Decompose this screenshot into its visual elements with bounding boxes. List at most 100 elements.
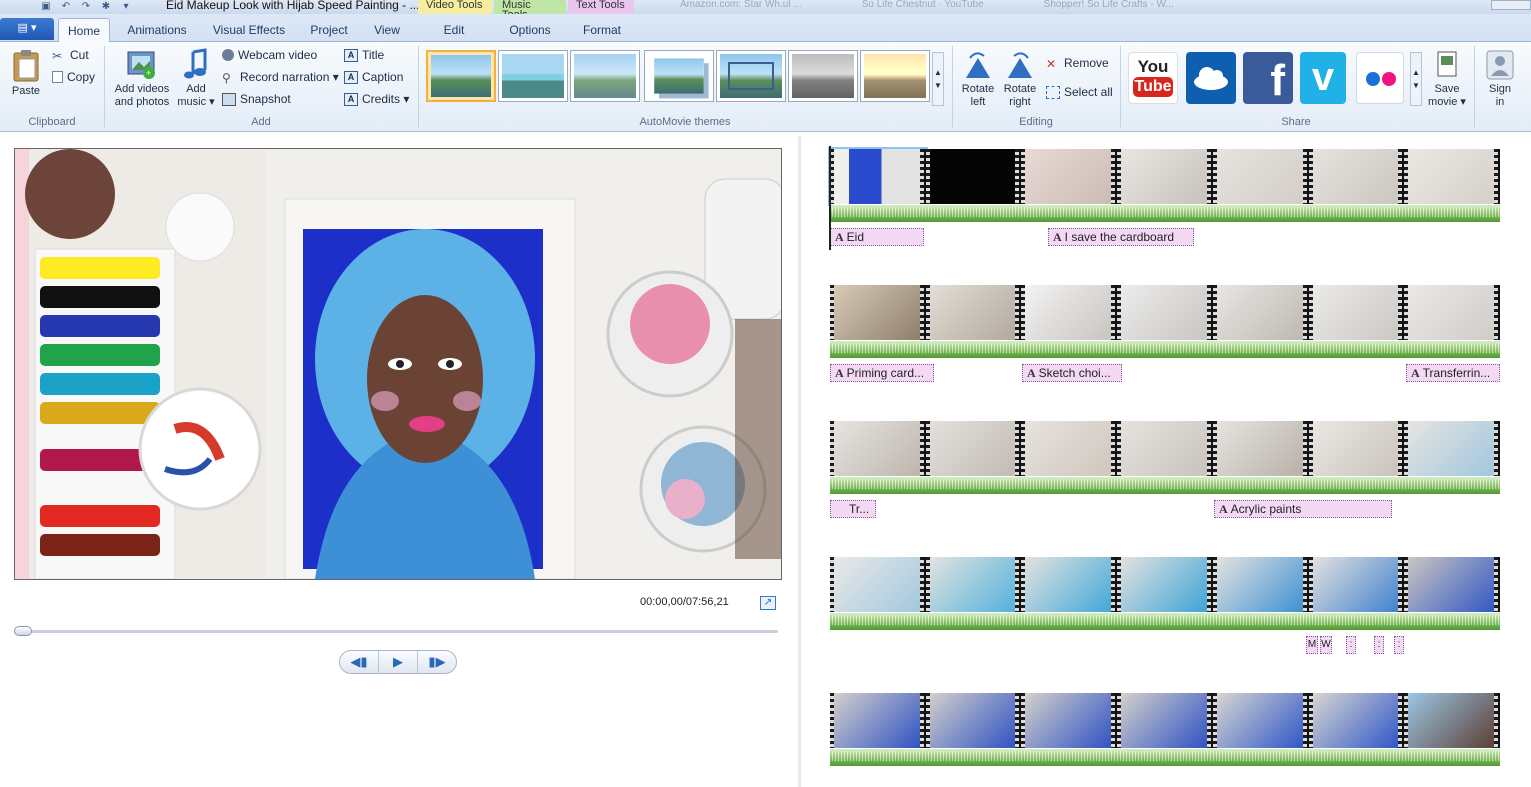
chevron-up-icon[interactable]: ▲ [1412, 68, 1420, 77]
tab-format[interactable]: Format [574, 18, 630, 42]
clip-thumbnail[interactable] [925, 421, 1022, 476]
clip-thumbnail[interactable] [1404, 149, 1501, 204]
chevron-down-icon[interactable]: ▼ [934, 81, 942, 90]
share-scroll[interactable]: ▲ ▼ [1410, 52, 1422, 106]
save-movie-button[interactable]: Save movie ▾ [1426, 50, 1468, 109]
theme-fade[interactable] [570, 50, 640, 102]
caption-clip[interactable]: : [1346, 636, 1356, 654]
redo-icon[interactable]: ↷ [80, 2, 92, 12]
caption-button[interactable]: A Caption [344, 70, 403, 84]
theme-black-white[interactable] [788, 50, 858, 102]
caption-clip[interactable]: Tr... [830, 500, 876, 518]
cut-button[interactable]: ✂ Cut [52, 48, 89, 63]
theme-cinematic[interactable] [716, 50, 786, 102]
chevron-up-icon[interactable]: ▲ [934, 68, 942, 77]
tab-view[interactable]: View [366, 18, 408, 42]
caption-clip[interactable]: : [1374, 636, 1384, 654]
audio-track[interactable] [830, 748, 1500, 766]
clip-thumbnail[interactable] [1308, 421, 1405, 476]
tab-visual-effects[interactable]: Visual Effects [206, 18, 292, 42]
audio-track[interactable] [830, 612, 1500, 630]
caption-clip[interactable]: A Transferrin... [1406, 364, 1500, 382]
save-icon[interactable]: ▣ [40, 2, 52, 12]
clip-thumbnail[interactable] [1308, 557, 1405, 612]
clip-thumbnail[interactable] [830, 421, 926, 476]
paste-button[interactable]: Paste [6, 48, 46, 98]
clip-thumbnail[interactable] [1404, 421, 1501, 476]
tab-animations[interactable]: Animations [118, 18, 196, 42]
snapshot-button[interactable]: Snapshot [222, 92, 291, 106]
video-clip-strip[interactable] [828, 147, 1501, 206]
clip-thumbnail[interactable] [1117, 421, 1213, 476]
caption-clip[interactable]: M [1306, 636, 1318, 654]
video-clip-strip[interactable] [830, 557, 1501, 612]
add-videos-photos-button[interactable]: + Add videos and photos [110, 48, 174, 109]
tab-project[interactable]: Project [302, 18, 356, 42]
flickr-button[interactable] [1356, 52, 1404, 104]
clip-thumbnail[interactable] [830, 557, 926, 612]
next-frame-button[interactable]: ▮▶ [417, 651, 456, 673]
caption-clip[interactable]: A Sketch choi... [1022, 364, 1122, 382]
pane-splitter[interactable] [798, 136, 801, 787]
clip-thumbnail[interactable] [1212, 693, 1309, 748]
onedrive-button[interactable] [1186, 52, 1236, 104]
undo-icon[interactable]: ↶ [60, 2, 72, 12]
audio-track[interactable] [830, 204, 1500, 222]
audio-track[interactable] [830, 476, 1500, 494]
video-preview[interactable] [14, 148, 782, 580]
video-clip-strip[interactable] [830, 693, 1501, 748]
vimeo-button[interactable]: v [1300, 52, 1346, 104]
clip-thumbnail[interactable] [925, 285, 1022, 340]
clip-thumbnail[interactable] [1212, 285, 1309, 340]
title-button[interactable]: A Title [344, 48, 384, 62]
clip-thumbnail[interactable] [1021, 149, 1118, 204]
tab-home[interactable]: Home [58, 18, 110, 42]
clip-thumbnail[interactable] [1117, 285, 1213, 340]
clip-thumbnail[interactable] [1117, 693, 1213, 748]
caption-clip[interactable]: W [1320, 636, 1332, 654]
clip-thumbnail[interactable] [1021, 557, 1118, 612]
copy-button[interactable]: Copy [52, 70, 95, 84]
select-all-button[interactable]: Select all [1046, 85, 1113, 99]
caption-clip[interactable]: : [1394, 636, 1404, 654]
clip-thumbnail[interactable] [1021, 693, 1118, 748]
theme-pan-zoom[interactable] [644, 50, 714, 102]
sign-in-button[interactable]: Sign in [1480, 50, 1520, 109]
clip-thumbnail[interactable] [1404, 285, 1501, 340]
playhead[interactable] [829, 146, 831, 250]
seek-thumb[interactable] [14, 626, 32, 636]
play-button[interactable]: ▶ [378, 651, 417, 673]
caption-clip[interactable]: A Eid [830, 228, 924, 246]
clip-thumbnail[interactable] [1404, 693, 1501, 748]
caption-clip[interactable]: A Acrylic paints [1214, 500, 1392, 518]
tab-options[interactable]: Options [500, 18, 560, 42]
rotate-left-button[interactable]: Rotate left [958, 50, 998, 109]
previous-frame-button[interactable]: ◀▮ [340, 651, 378, 673]
file-menu-button[interactable]: ▤ ▾ [0, 18, 54, 40]
credits-button[interactable]: A Credits ▾ [344, 92, 409, 106]
record-narration-button[interactable]: ⚲ Record narration ▾ [222, 70, 339, 85]
minimize-button[interactable] [1491, 0, 1531, 10]
clip-thumbnail[interactable] [925, 557, 1022, 612]
rotate-right-button[interactable]: Rotate right [1000, 50, 1040, 109]
theme-contemporary[interactable] [498, 50, 568, 102]
video-clip-strip[interactable] [830, 285, 1501, 340]
clip-thumbnail[interactable] [828, 147, 928, 206]
tab-edit[interactable]: Edit [430, 18, 478, 42]
clip-thumbnail[interactable] [830, 285, 926, 340]
webcam-video-button[interactable]: Webcam video [222, 48, 317, 62]
video-clip-strip[interactable] [830, 421, 1501, 476]
clip-thumbnail[interactable] [925, 149, 1022, 204]
clip-thumbnail[interactable] [1212, 421, 1309, 476]
youtube-button[interactable]: You Tube [1128, 52, 1178, 104]
clip-thumbnail[interactable] [1021, 421, 1118, 476]
audio-track[interactable] [830, 340, 1500, 358]
clip-thumbnail[interactable] [830, 693, 926, 748]
clip-thumbnail[interactable] [925, 693, 1022, 748]
theme-sepia[interactable] [860, 50, 930, 102]
clip-thumbnail[interactable] [1117, 149, 1213, 204]
gear-icon[interactable]: ✱ [100, 2, 112, 12]
chevron-down-icon[interactable]: ▼ [1412, 81, 1420, 90]
clip-thumbnail[interactable] [1212, 557, 1309, 612]
clip-thumbnail[interactable] [1308, 693, 1405, 748]
